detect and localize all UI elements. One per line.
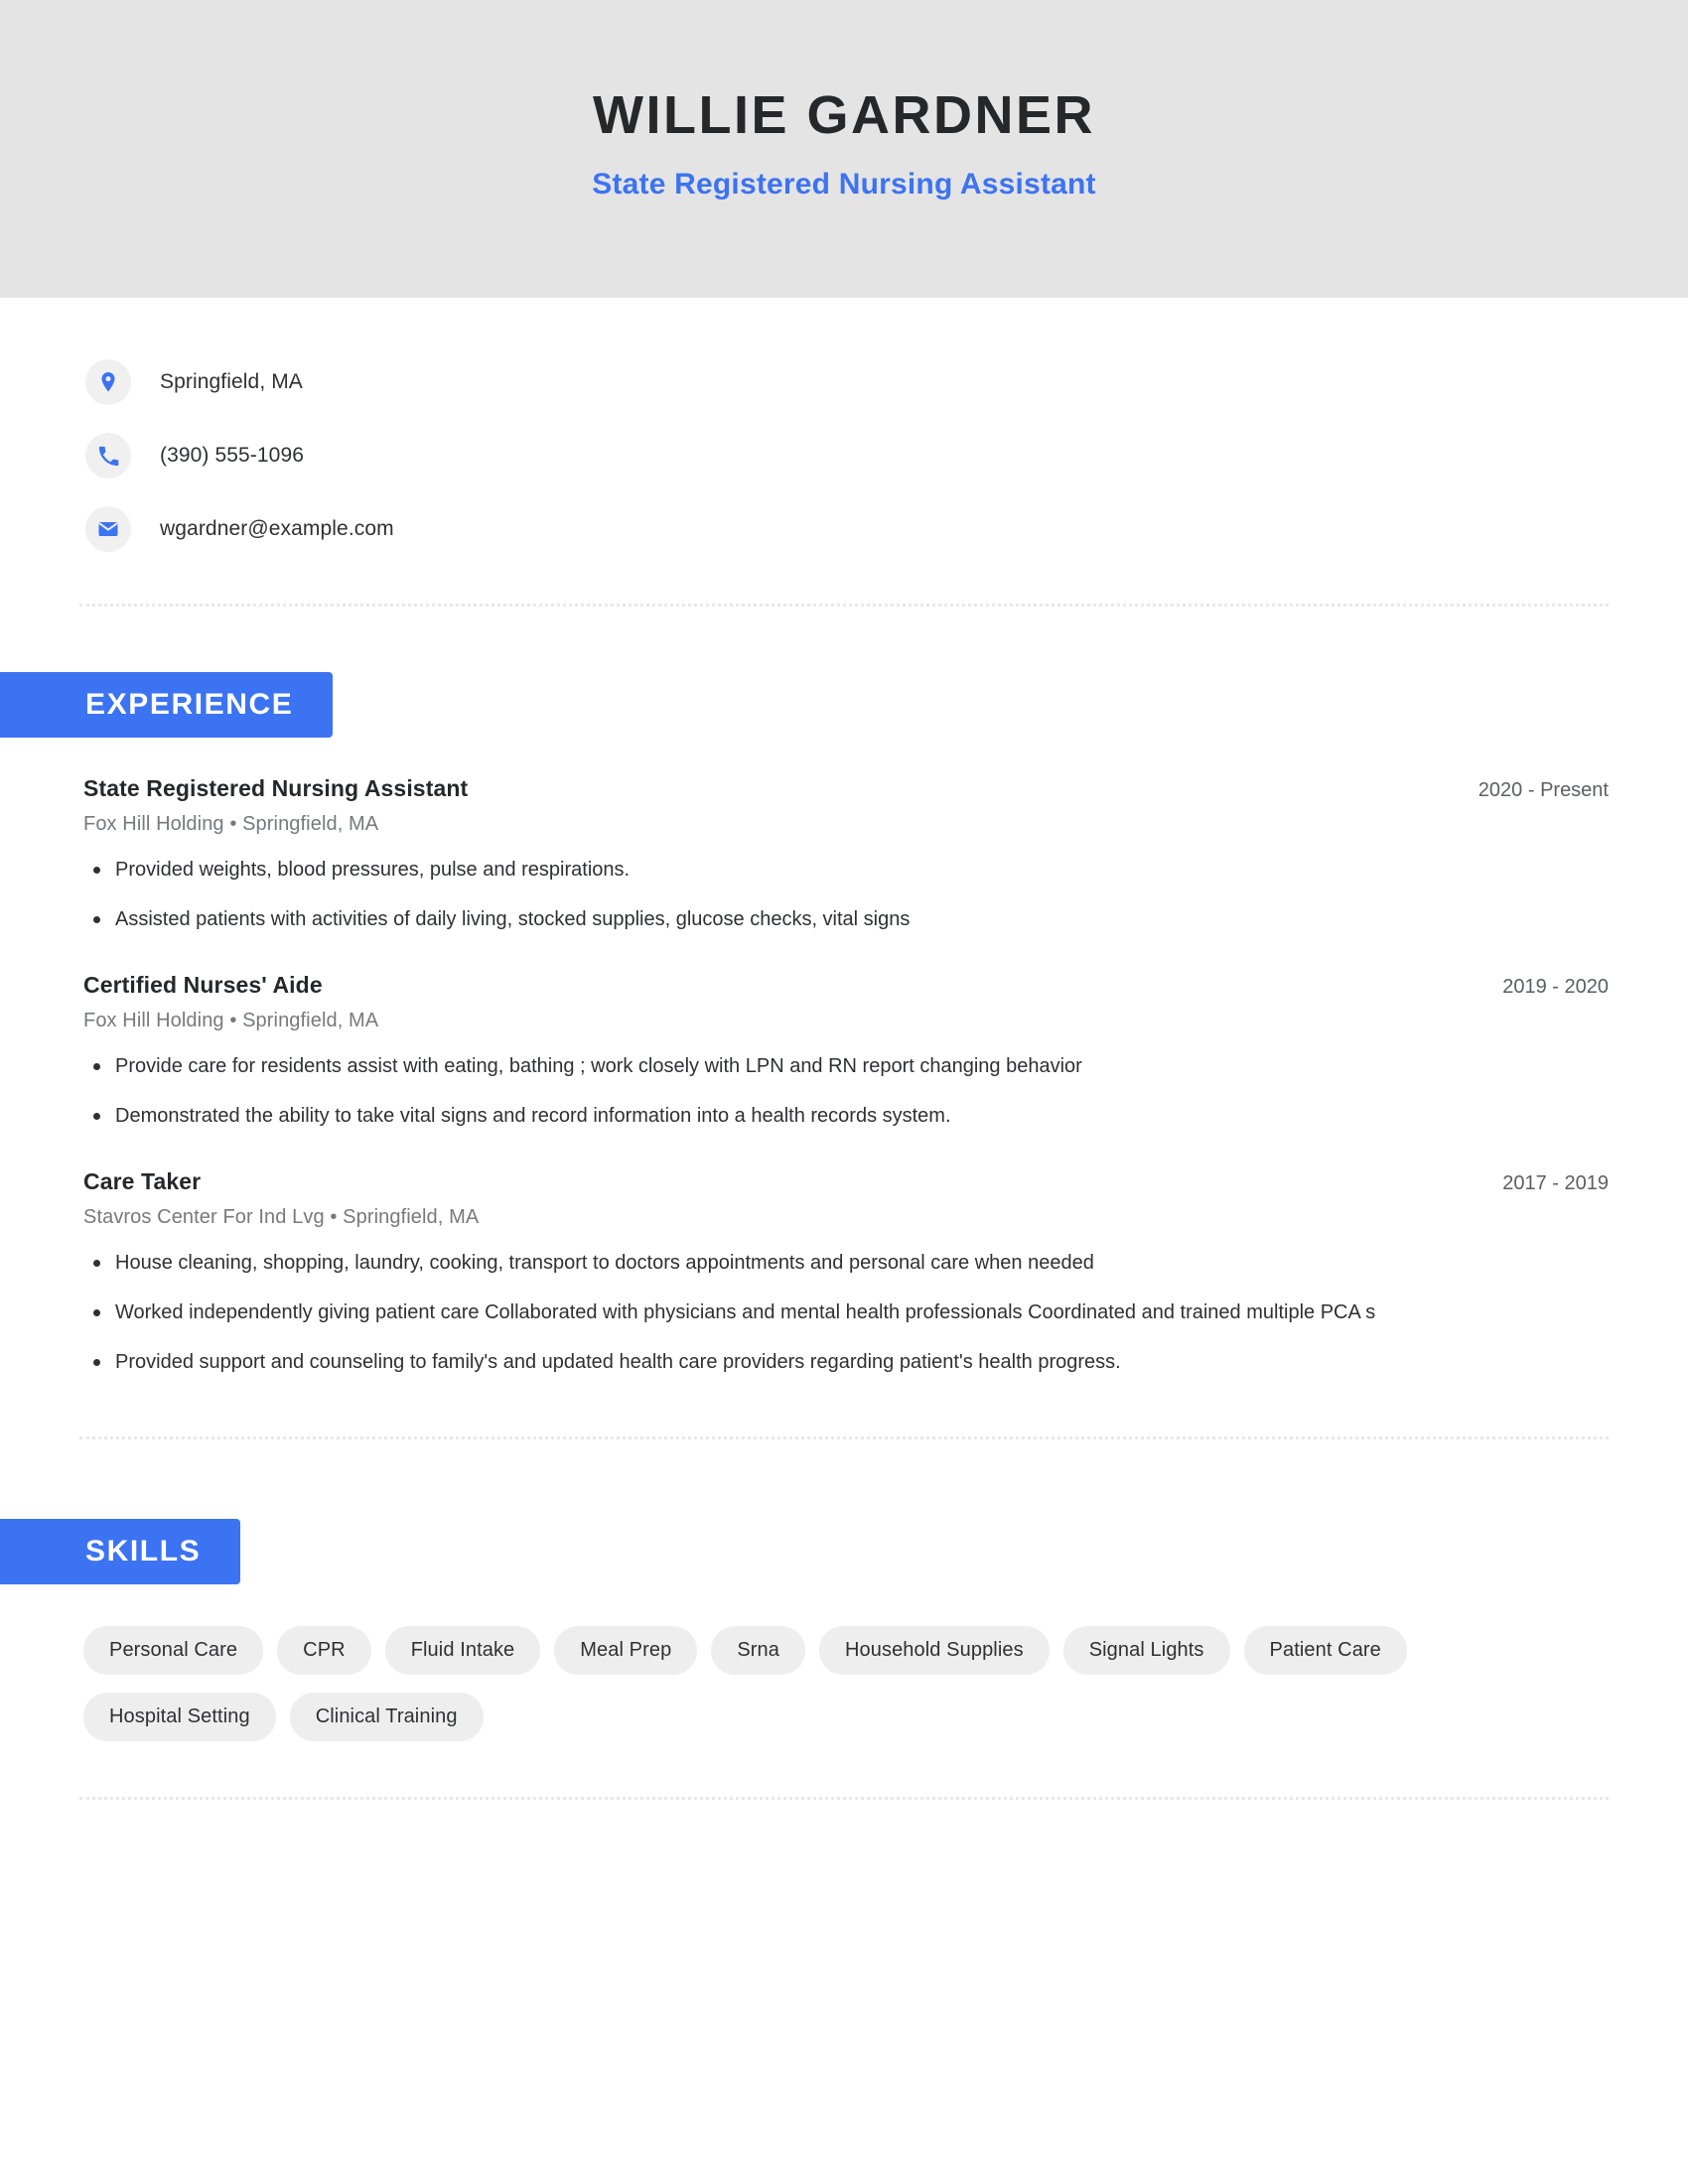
- job-dates: 2017 - 2019: [1502, 1171, 1609, 1194]
- experience-item: State Registered Nursing Assistant 2020 …: [83, 775, 1609, 936]
- job-company: Stavros Center For Ind Lvg: [83, 1205, 325, 1228]
- skill-tag: Hospital Setting: [83, 1692, 276, 1741]
- job-separator: •: [229, 1009, 237, 1031]
- job-header: Certified Nurses' Aide 2019 - 2020: [83, 972, 1609, 999]
- contact-phone-text: (390) 555-1096: [160, 444, 305, 467]
- header-job-title: State Registered Nursing Assistant: [592, 167, 1096, 201]
- job-bullet: Worked independently giving patient care…: [83, 1297, 1493, 1328]
- job-bullet: House cleaning, shopping, laundry, cooki…: [83, 1247, 1493, 1279]
- skill-tag: Fluid Intake: [384, 1625, 541, 1675]
- job-bullet-list: Provide care for residents assist with e…: [83, 1050, 1609, 1133]
- skill-tag: Clinical Training: [289, 1692, 484, 1741]
- job-dates: 2019 - 2020: [1502, 975, 1609, 998]
- skills-tag-list: Personal Care CPR Fluid Intake Meal Prep…: [0, 1625, 1569, 1741]
- contact-item-location: Springfield, MA: [85, 345, 1688, 419]
- job-title: State Registered Nursing Assistant: [83, 775, 469, 801]
- job-separator: •: [330, 1205, 338, 1228]
- skill-tag: Personal Care: [83, 1625, 264, 1675]
- job-bullet: Provided support and counseling to famil…: [83, 1346, 1493, 1378]
- job-dates: 2020 - Present: [1477, 779, 1609, 801]
- job-company: Fox Hill Holding: [83, 1009, 224, 1031]
- job-company-location: Fox Hill Holding • Springfield, MA: [83, 1010, 1609, 1032]
- skill-tag: Srna: [711, 1625, 805, 1675]
- job-separator: •: [229, 813, 237, 835]
- job-location: Springfield, MA: [242, 813, 379, 835]
- job-company: Fox Hill Holding: [83, 813, 224, 835]
- job-company-location: Fox Hill Holding • Springfield, MA: [83, 813, 1609, 836]
- job-title: Certified Nurses' Aide: [83, 971, 323, 998]
- contact-email-text: wgardner@example.com: [160, 517, 394, 540]
- job-bullet: Provided weights, blood pressures, pulse…: [83, 854, 1493, 886]
- job-bullet: Provide care for residents assist with e…: [83, 1050, 1493, 1082]
- job-bullet-list: House cleaning, shopping, laundry, cooki…: [83, 1247, 1609, 1379]
- experience-item: Care Taker 2017 - 2019 Stavros Center Fo…: [83, 1168, 1609, 1379]
- experience-list: State Registered Nursing Assistant 2020 …: [0, 775, 1688, 1379]
- experience-section-header: EXPERIENCE: [0, 672, 1688, 738]
- skill-tag: Household Supplies: [819, 1625, 1050, 1675]
- skills-section-header: SKILLS: [0, 1518, 1688, 1584]
- divider-after-experience: [79, 1435, 1609, 1439]
- job-bullet: Assisted patients with activities of dai…: [83, 903, 1493, 935]
- divider-after-skills: [79, 1796, 1609, 1800]
- section-heading-skills: SKILLS: [0, 1518, 241, 1584]
- experience-item: Certified Nurses' Aide 2019 - 2020 Fox H…: [83, 972, 1609, 1133]
- job-bullet-list: Provided weights, blood pressures, pulse…: [83, 854, 1609, 936]
- job-bullet: Demonstrated the ability to take vital s…: [83, 1100, 1493, 1132]
- job-company-location: Stavros Center For Ind Lvg • Springfield…: [83, 1206, 1609, 1229]
- contact-item-phone: (390) 555-1096: [85, 419, 1688, 492]
- job-header: State Registered Nursing Assistant 2020 …: [83, 775, 1609, 802]
- resume-header: WILLIE GARDNER State Registered Nursing …: [0, 0, 1688, 298]
- skill-tag: CPR: [277, 1625, 371, 1675]
- divider-after-contact: [79, 604, 1609, 607]
- skill-tag: Meal Prep: [554, 1625, 698, 1675]
- resume-page: WILLIE GARDNER State Registered Nursing …: [0, 0, 1688, 2184]
- section-heading-experience: EXPERIENCE: [0, 672, 334, 738]
- phone-icon: [85, 433, 131, 478]
- job-header: Care Taker 2017 - 2019: [83, 1168, 1609, 1195]
- job-location: Springfield, MA: [343, 1205, 480, 1228]
- contact-item-email: wgardner@example.com: [85, 492, 1688, 566]
- contact-block: Springfield, MA (390) 555-1096 wgardner@…: [0, 298, 1688, 566]
- email-envelope-icon: [85, 506, 131, 552]
- location-pin-icon: [85, 359, 131, 405]
- skill-tag: Signal Lights: [1062, 1625, 1230, 1675]
- skill-tag: Patient Care: [1243, 1625, 1407, 1675]
- page-title: WILLIE GARDNER: [593, 85, 1095, 146]
- job-title: Care Taker: [83, 1167, 202, 1194]
- contact-location-text: Springfield, MA: [160, 370, 303, 393]
- job-location: Springfield, MA: [242, 1009, 379, 1031]
